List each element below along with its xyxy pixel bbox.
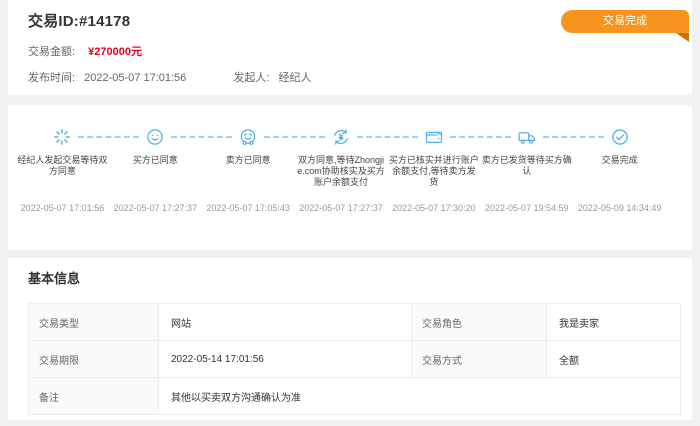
ribbon-fold: [676, 33, 689, 42]
basic-info-table: 交易类型 网站 交易角色 我是卖家 交易期限 2022-05-14 17:01:…: [28, 303, 681, 415]
timeline-step-date: 2022-05-07 17:01:56: [16, 203, 109, 213]
check-circle-icon: [610, 127, 630, 147]
refresh-yuan-icon: [331, 127, 351, 147]
loading-spinner-icon: [52, 127, 72, 147]
transaction-header-card: 交易ID:#14178 交易金额: ¥270000元 发布时间: 2022-05…: [8, 0, 692, 95]
grin-face-icon: [238, 127, 258, 147]
timeline-step: 买方已核实并进行账户余额支付,等待卖方发货 2022-05-07 17:30:2…: [387, 127, 480, 213]
cell-label-trade-deadline: 交易期限: [29, 341, 159, 378]
cell-value-trade-type: 网站: [159, 304, 412, 341]
basic-info-card: 基本信息 交易类型 网站 交易角色 我是卖家 交易期限 2022-05-14 1…: [8, 258, 692, 420]
section-title: 基本信息: [28, 268, 672, 287]
timeline-step-label: 双方同意,等待Zhongjie.com协助核实及买方账户余额支付: [295, 155, 388, 203]
timeline-step: 双方同意,等待Zhongjie.com协助核实及买方账户余额支付 2022-05…: [295, 127, 388, 213]
cell-label-trade-method: 交易方式: [412, 341, 547, 378]
initiator-value: 经纪人: [278, 72, 311, 84]
amount-label: 交易金额:: [28, 46, 75, 58]
amount-row: 交易金额: ¥270000元: [8, 43, 692, 59]
status-ribbon: 交易完成: [561, 10, 689, 33]
timeline-step: 卖方已同意 2022-05-07 17:05:43: [202, 127, 295, 213]
publish-time-label: 发布时间:: [28, 72, 75, 84]
cell-label-remarks: 备注: [29, 378, 159, 415]
timeline-step: 卖方已发货等待买方确认 2022-05-07 19:54:59: [480, 127, 573, 213]
timeline-step: 买方已同意 2022-05-07 17:27:37: [109, 127, 202, 213]
timeline-step-date: 2022-05-07 19:54:59: [480, 203, 573, 213]
wallet-icon: [424, 127, 444, 147]
publish-row: 发布时间: 2022-05-07 17:01:56 发起人: 经纪人: [8, 69, 692, 85]
amount-value: ¥270000元: [88, 46, 142, 58]
timeline-step: 经纪人发起交易等待双方同意 2022-05-07 17:01:56: [16, 127, 109, 213]
timeline-step-label: 买方已核实并进行账户余额支付,等待卖方发货: [387, 155, 480, 203]
smiley-icon: [145, 127, 165, 147]
initiator-label: 发起人:: [233, 72, 269, 84]
timeline-card: 经纪人发起交易等待双方同意 2022-05-07 17:01:56 买方已同意 …: [8, 105, 692, 250]
cell-value-trade-role: 我是卖家: [547, 304, 681, 341]
table-row: 交易类型 网站 交易角色 我是卖家: [29, 304, 681, 341]
timeline-step-label: 交易完成: [573, 155, 666, 203]
table-row: 交易期限 2022-05-14 17:01:56 交易方式 全额: [29, 341, 681, 378]
timeline-step-date: 2022-05-07 17:30:20: [387, 203, 480, 213]
timeline-step-date: 2022-05-07 17:27:37: [109, 203, 202, 213]
cell-label-trade-role: 交易角色: [412, 304, 547, 341]
timeline-step-date: 2022-05-07 17:05:43: [202, 203, 295, 213]
cell-value-trade-deadline: 2022-05-14 17:01:56: [159, 341, 412, 378]
timeline-step-date: 2022-05-09 14:34:49: [573, 203, 666, 213]
table-row: 备注 其他以买卖双方沟通确认为准: [29, 378, 681, 415]
cell-value-trade-method: 全额: [547, 341, 681, 378]
timeline-step-label: 买方已同意: [109, 155, 202, 203]
timeline: 经纪人发起交易等待双方同意 2022-05-07 17:01:56 买方已同意 …: [16, 127, 666, 213]
timeline-step-date: 2022-05-07 17:27:37: [295, 203, 388, 213]
publish-time-value: 2022-05-07 17:01:56: [84, 72, 186, 84]
truck-icon: [517, 127, 537, 147]
timeline-step-label: 经纪人发起交易等待双方同意: [16, 155, 109, 203]
cell-value-remarks: 其他以买卖双方沟通确认为准: [159, 378, 681, 415]
timeline-step-label: 卖方已发货等待买方确认: [480, 155, 573, 203]
timeline-step-label: 卖方已同意: [202, 155, 295, 203]
cell-label-trade-type: 交易类型: [29, 304, 159, 341]
timeline-step: 交易完成 2022-05-09 14:34:49: [573, 127, 666, 213]
